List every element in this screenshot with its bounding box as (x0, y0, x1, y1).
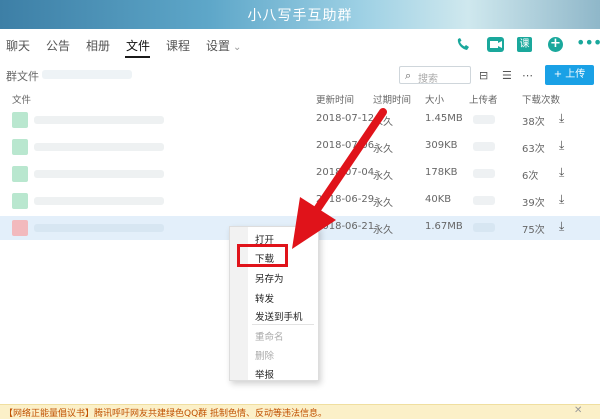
annotation-arrow (292, 108, 387, 249)
notice-text: 【网络正能量倡议书】腾讯呼吁网友共建绿色QQ群 抵制色情、反动等违法信息。 (4, 409, 328, 419)
close-icon[interactable]: ✕ (574, 405, 582, 416)
notice-bar: 【网络正能量倡议书】腾讯呼吁网友共建绿色QQ群 抵制色情、反动等违法信息。 ✕ (0, 404, 600, 419)
